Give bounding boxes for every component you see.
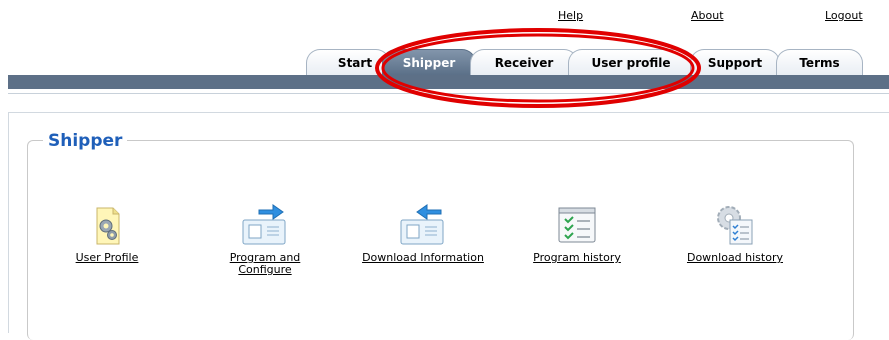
about-link[interactable]: About bbox=[691, 9, 724, 22]
program-configure-label: Program and Configure bbox=[218, 252, 312, 276]
upload-arrow-device-icon bbox=[242, 204, 286, 245]
help-link[interactable]: Help bbox=[558, 9, 583, 22]
tab-terms[interactable]: Terms bbox=[776, 49, 863, 75]
download-arrow-device-icon bbox=[400, 204, 444, 245]
program-history-label: Program history bbox=[533, 251, 621, 264]
user-profile-item[interactable]: User Profile bbox=[58, 206, 156, 264]
download-information-label: Download Information bbox=[362, 251, 484, 264]
download-history-label: Download history bbox=[686, 251, 783, 264]
gear-checklist-icon bbox=[717, 206, 753, 245]
user-profile-label: User Profile bbox=[75, 251, 139, 264]
highlight-annotation bbox=[375, 28, 701, 108]
checklist-window-icon bbox=[558, 207, 596, 243]
program-configure-item[interactable]: Program and Configure bbox=[218, 202, 312, 276]
download-information-item[interactable]: Download Information bbox=[352, 202, 494, 264]
download-history-item[interactable]: Download history bbox=[680, 202, 790, 264]
section-title: Shipper bbox=[43, 131, 128, 151]
logout-link[interactable]: Logout bbox=[825, 9, 863, 22]
program-configure-label-line2: Configure bbox=[238, 263, 292, 276]
gear-document-icon bbox=[96, 207, 120, 245]
program-history-item[interactable]: Program history bbox=[524, 204, 630, 264]
